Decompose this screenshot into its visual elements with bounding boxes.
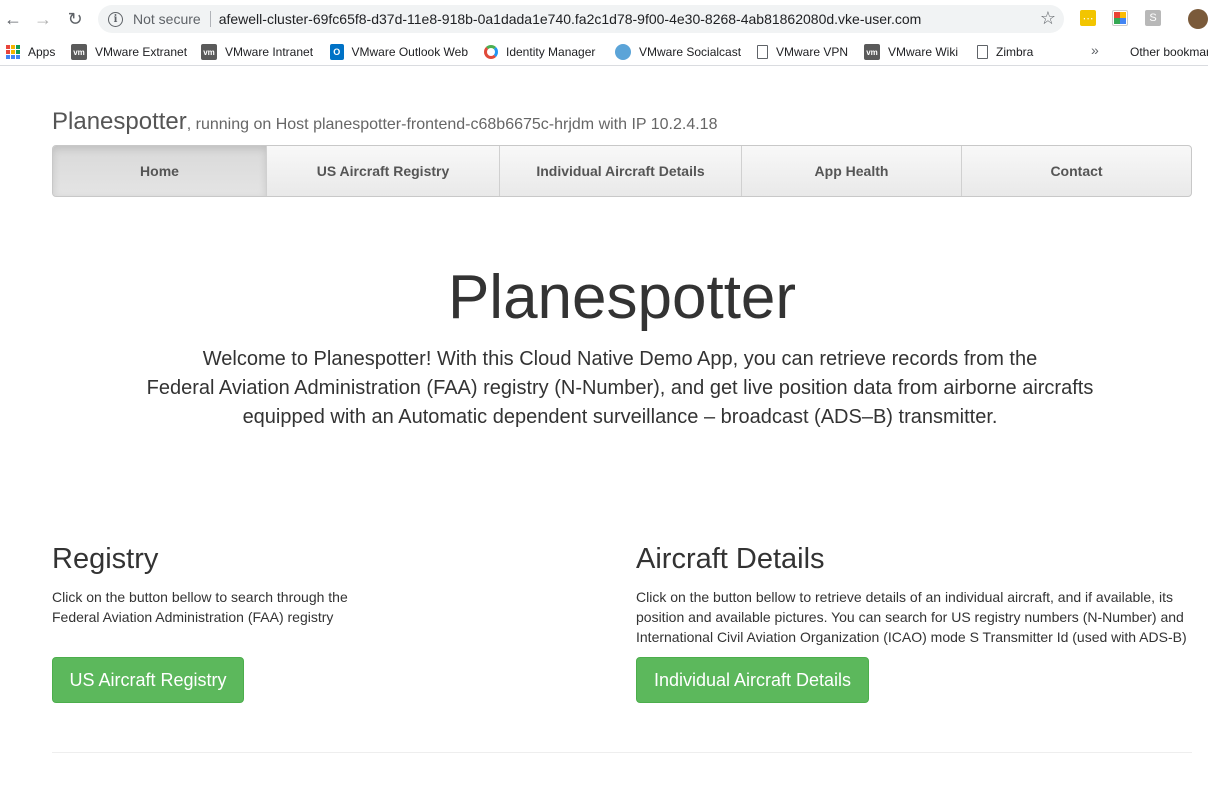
bookmark-vmware-intranet[interactable]: vm VMware Intranet <box>201 43 313 61</box>
outlook-icon: O <box>330 44 344 60</box>
bookmark-label: VMware VPN <box>776 45 849 59</box>
bookmark-star-icon[interactable]: ☆ <box>1040 8 1056 29</box>
bookmark-vmware-extranet[interactable]: vm VMware Extranet <box>71 43 187 61</box>
aircraft-line: position and available pictures. You can… <box>636 609 1184 625</box>
nav-app-health[interactable]: App Health <box>742 146 962 196</box>
brand-title[interactable]: Planespotter <box>52 108 187 135</box>
vmware-icon: vm <box>201 44 217 60</box>
page-header: Planespotter, running on Host planespott… <box>52 108 717 136</box>
bookmark-label: VMware Wiki <box>888 45 959 59</box>
bookmark-vmware-socialcast[interactable]: VMware Socialcast <box>615 43 741 61</box>
bookmark-identity-manager[interactable]: Identity Manager <box>484 43 595 61</box>
hero-description: Welcome to Planespotter! With this Cloud… <box>104 345 1136 432</box>
document-icon <box>977 45 988 59</box>
info-icon[interactable]: i <box>108 11 123 27</box>
vmware-icon: vm <box>71 44 87 60</box>
extension-google-icon[interactable] <box>1112 10 1128 26</box>
reload-icon[interactable]: ↻ <box>64 8 86 30</box>
socialcast-icon <box>615 44 631 60</box>
bookmark-label: Apps <box>28 45 56 59</box>
identity-manager-icon <box>484 45 498 59</box>
us-aircraft-registry-button[interactable]: US Aircraft Registry <box>52 657 244 703</box>
bookmark-label: VMware Extranet <box>95 45 188 59</box>
hero-title: Planespotter <box>447 263 797 332</box>
hero-line: equipped with an Automatic dependent sur… <box>242 406 998 428</box>
main-navbar: Home US Aircraft Registry Individual Air… <box>52 145 1192 197</box>
nav-home[interactable]: Home <box>53 146 267 196</box>
bookmark-vmware-outlook[interactable]: O VMware Outlook Web <box>330 43 468 61</box>
more-bookmarks-chevron-icon[interactable]: » <box>1091 42 1099 58</box>
forward-arrow-icon[interactable]: → <box>32 8 54 30</box>
bookmark-vmware-wiki[interactable]: vm VMware Wiki <box>864 43 958 61</box>
bookmark-label: Identity Manager <box>506 45 596 59</box>
aircraft-details-title: Aircraft Details <box>636 543 825 575</box>
browser-toolbar: ← → ↻ i Not secure afewell-cluster-69fc6… <box>0 0 1208 38</box>
bookmark-zimbra[interactable]: Zimbra <box>977 43 1033 61</box>
bookmark-label: VMware Socialcast <box>639 45 742 59</box>
hero-line: Federal Aviation Administration (FAA) re… <box>146 377 1094 399</box>
url-separator <box>209 11 211 27</box>
apps-grid-icon <box>6 45 20 59</box>
bookmarks-bar: Apps vm VMware Extranet vm VMware Intran… <box>0 38 1208 66</box>
registry-line: Federal Aviation Administration (FAA) re… <box>52 609 334 625</box>
bookmark-other[interactable]: Other bookmarks <box>1122 43 1208 61</box>
document-icon <box>757 45 768 59</box>
url-text[interactable]: afewell-cluster-69fc65f8-d37d-11e8-918b-… <box>219 11 922 27</box>
back-arrow-icon[interactable]: ← <box>2 8 24 30</box>
vmware-icon: vm <box>864 44 880 60</box>
divider <box>52 752 1192 753</box>
address-bar[interactable]: i Not secure afewell-cluster-69fc65f8-d3… <box>98 5 1064 33</box>
nav-individual-aircraft-details[interactable]: Individual Aircraft Details <box>500 146 742 196</box>
registry-title: Registry <box>52 543 159 575</box>
bookmark-label: VMware Outlook Web <box>351 45 469 59</box>
bookmark-apps[interactable]: Apps <box>6 43 55 61</box>
aircraft-line: Click on the button bellow to retrieve d… <box>636 589 1173 605</box>
bookmark-label: Other bookmarks <box>1130 45 1208 59</box>
nav-us-aircraft-registry[interactable]: US Aircraft Registry <box>267 146 500 196</box>
extension-notes-icon[interactable]: ⋯ <box>1080 10 1096 26</box>
aircraft-details-description: Click on the button bellow to retrieve d… <box>636 587 1196 647</box>
profile-avatar[interactable] <box>1188 9 1208 29</box>
nav-contact[interactable]: Contact <box>962 146 1191 196</box>
host-info: , running on Host planespotter-frontend-… <box>186 116 718 133</box>
bookmark-vmware-vpn[interactable]: VMware VPN <box>757 43 848 61</box>
extension-s-icon[interactable]: S <box>1145 10 1161 26</box>
bookmark-label: Zimbra <box>996 45 1034 59</box>
aircraft-line: International Civil Aviation Organizatio… <box>636 629 1187 645</box>
registry-description: Click on the button bellow to search thr… <box>52 587 372 627</box>
individual-aircraft-details-button[interactable]: Individual Aircraft Details <box>636 657 869 703</box>
security-label[interactable]: Not secure <box>133 11 201 27</box>
bookmark-label: VMware Intranet <box>225 45 314 59</box>
registry-line: Click on the button bellow to search thr… <box>52 589 348 605</box>
hero-line: Welcome to Planespotter! With this Cloud… <box>202 348 1038 370</box>
